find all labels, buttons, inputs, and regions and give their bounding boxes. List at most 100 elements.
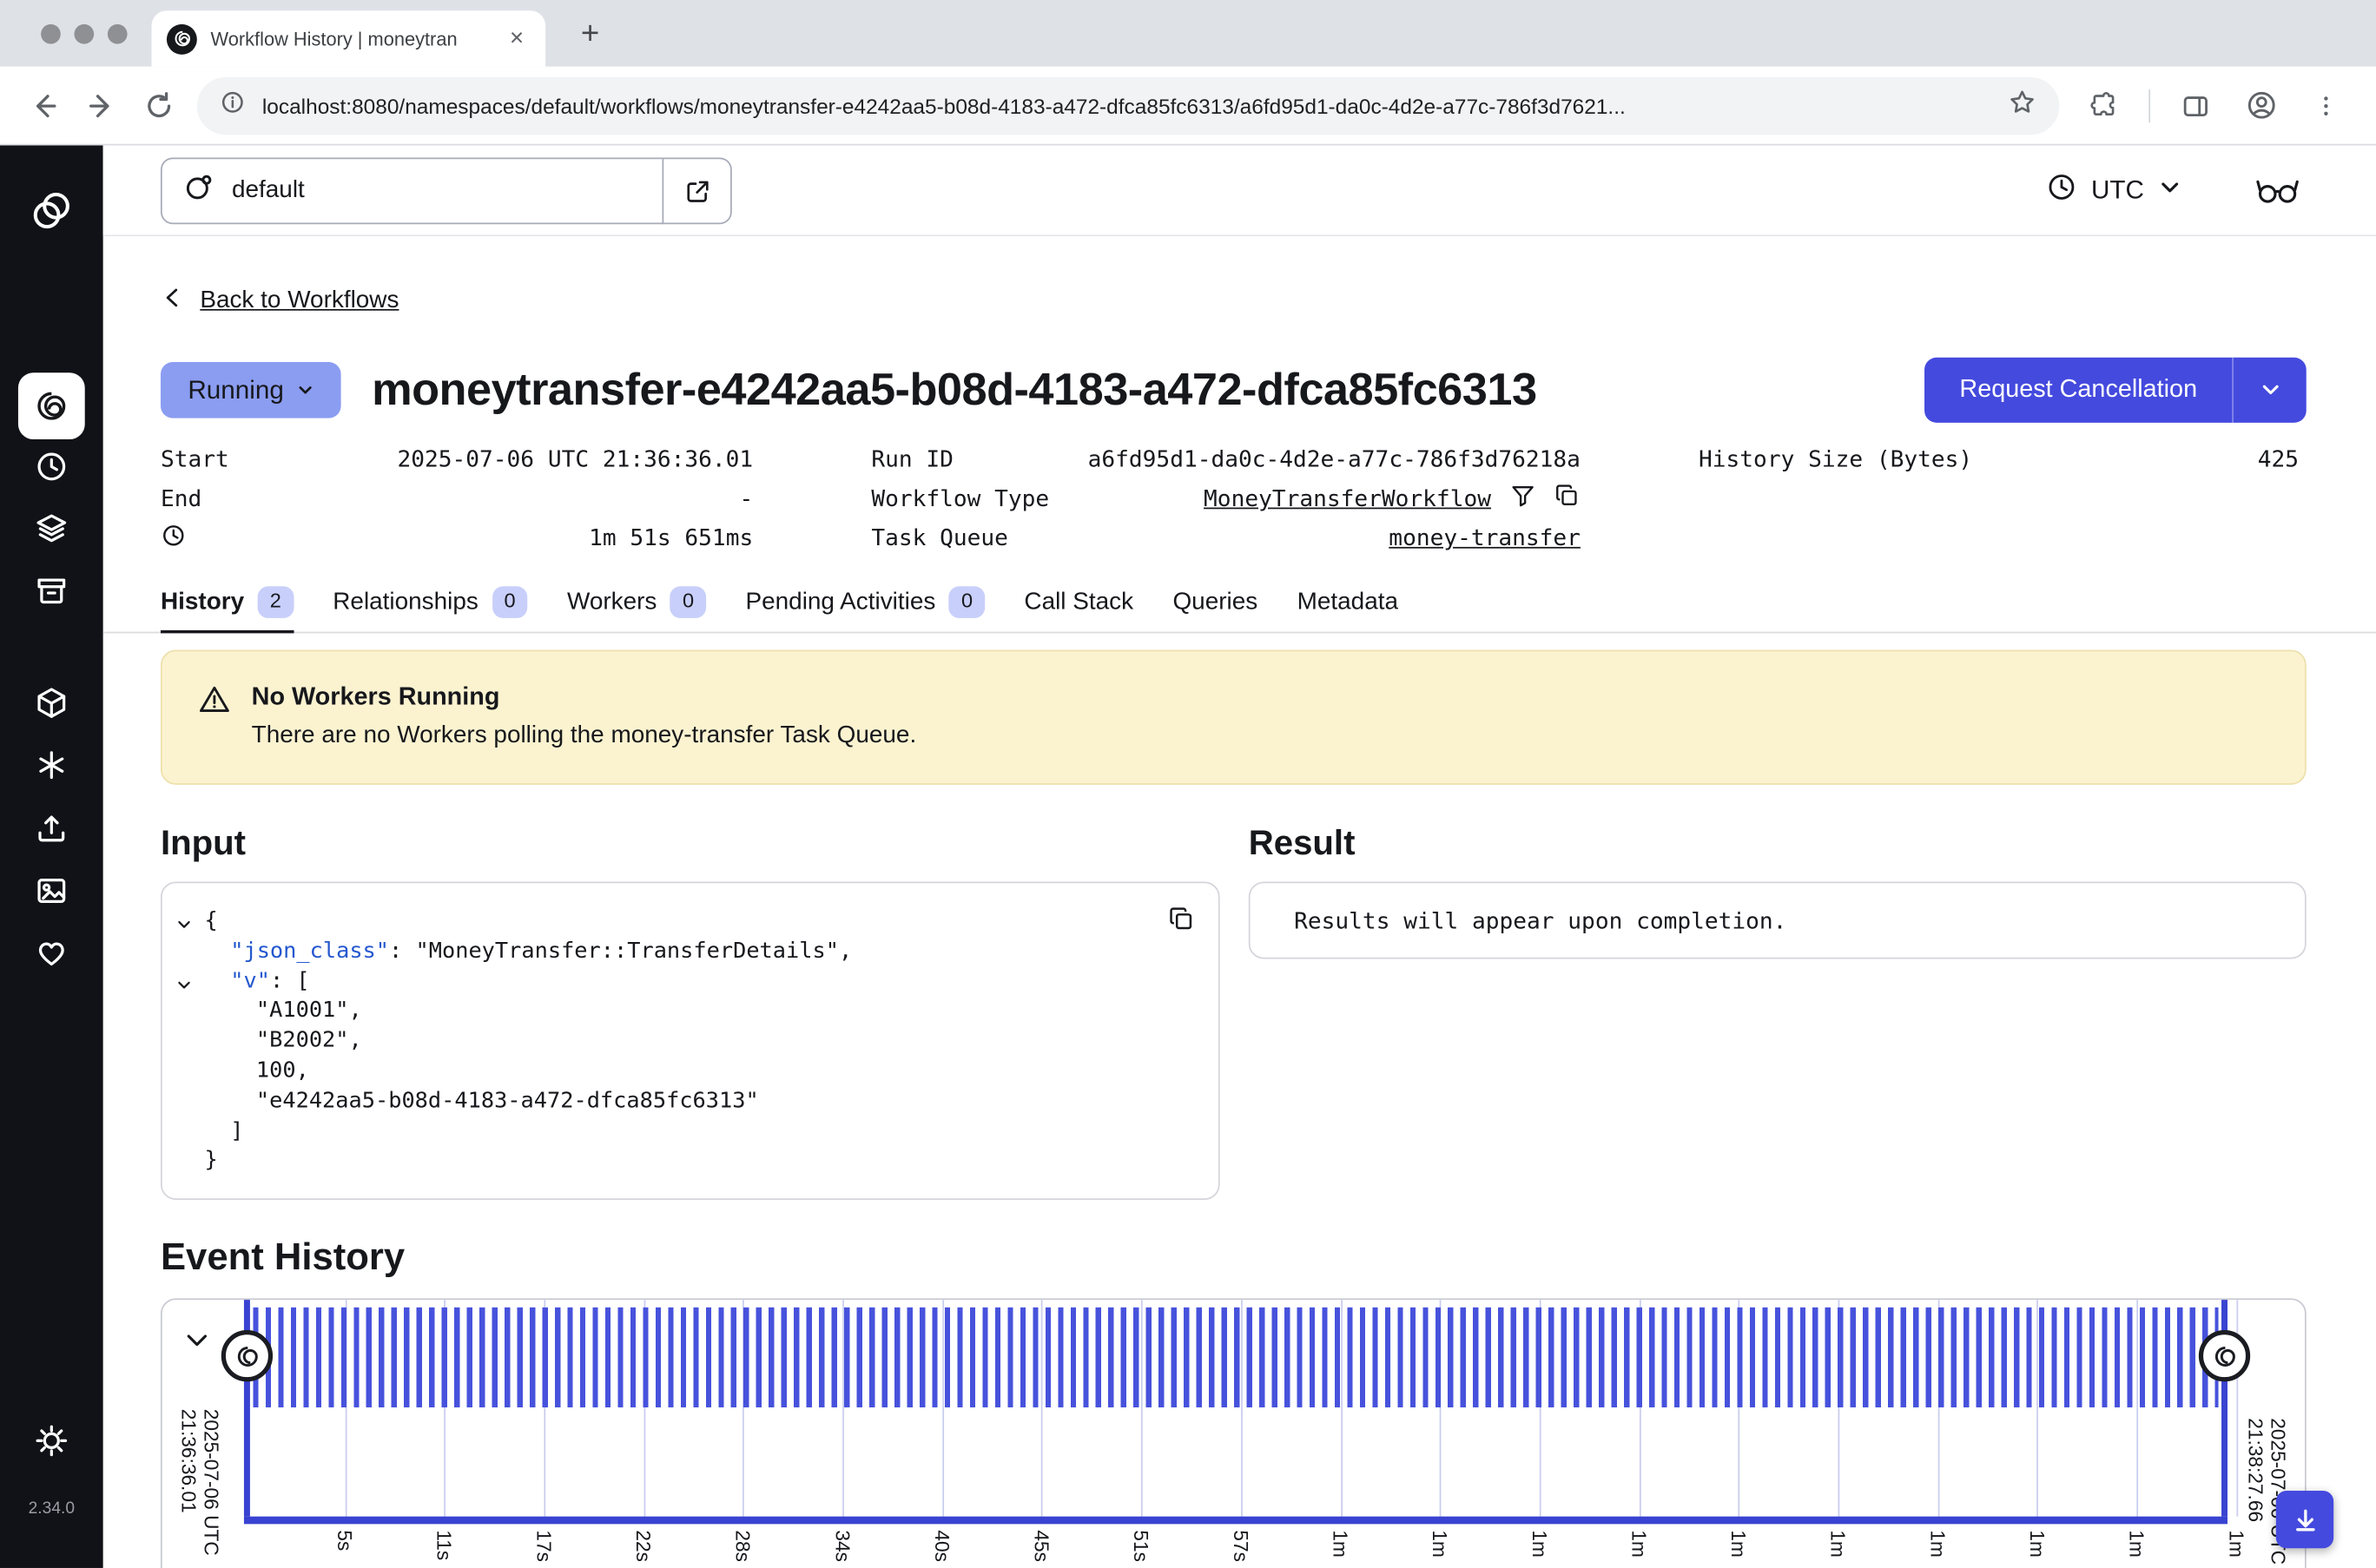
scroll-to-bottom-button[interactable]: [2276, 1491, 2333, 1548]
workflow-type-link[interactable]: MoneyTransferWorkflow: [1204, 484, 1491, 511]
json-token: ,: [349, 1029, 362, 1053]
window-zoom-button[interactable]: [108, 24, 128, 44]
timeline-tick-label: 1m: [1826, 1530, 1849, 1558]
browser-tab-title: Workflow History | moneytran: [211, 28, 490, 49]
timezone-selector[interactable]: UTC: [2046, 146, 2182, 237]
json-token: ,: [349, 999, 362, 1024]
sidebar-item-import[interactable]: [33, 811, 69, 847]
bookmark-star-icon[interactable]: [2008, 87, 2036, 123]
window-minimize-button[interactable]: [75, 24, 95, 44]
namespace-open-button[interactable]: [663, 157, 732, 224]
filter-icon[interactable]: [1509, 482, 1536, 515]
timeline-tick-label: 17s: [532, 1530, 555, 1562]
screenshot-root: Workflow History | moneytran × + localho…: [0, 0, 2376, 1568]
browser-menu-icon[interactable]: [2300, 80, 2352, 131]
json-token: ,: [839, 939, 852, 963]
sidebar-item-namespaces[interactable]: [33, 511, 69, 547]
copy-icon[interactable]: [1554, 482, 1581, 515]
tab-label: Relationships: [333, 589, 478, 616]
json-token: }: [205, 1149, 218, 1173]
task-queue-label: Task Queue: [871, 524, 1008, 551]
side-panel-icon[interactable]: [2170, 80, 2221, 131]
json-token: : [: [270, 969, 310, 993]
reload-icon[interactable]: [134, 80, 185, 131]
tabs-divider: History2Relationships0Workers0Pending Ac…: [103, 573, 2376, 634]
sidebar-item-schedules[interactable]: [33, 448, 69, 484]
browser-tab[interactable]: Workflow History | moneytran ×: [151, 10, 545, 67]
status-badge[interactable]: Running: [161, 362, 341, 418]
clock-icon: [2046, 171, 2078, 210]
run-id-label: Run ID: [871, 445, 954, 472]
timeline-tick-label: 1m: [2225, 1530, 2247, 1558]
tab-close-icon[interactable]: ×: [503, 27, 530, 51]
window-close-button[interactable]: [41, 24, 61, 44]
result-heading: Result: [1249, 821, 2307, 866]
site-info-icon[interactable]: [220, 89, 246, 122]
address-bar[interactable]: localhost:8080/namespaces/default/workfl…: [197, 76, 2059, 134]
json-line: 100,: [162, 1057, 1218, 1088]
workflow-tabs: History2Relationships0Workers0Pending Ac…: [161, 573, 2307, 632]
tab-history[interactable]: History2: [161, 573, 294, 632]
json-token: "A1001": [256, 999, 349, 1024]
url-text[interactable]: localhost:8080/namespaces/default/workfl…: [262, 93, 1991, 117]
namespace-switcher[interactable]: default: [161, 157, 663, 224]
event-history-timeline: 2025-07-06 UTC 21:36:36.01 2025-07-06 UT…: [161, 1298, 2307, 1568]
temporal-logo-icon[interactable]: [29, 188, 74, 233]
browser-addressbar: localhost:8080/namespaces/default/workfl…: [0, 67, 2376, 146]
labs-glasses-icon[interactable]: [2254, 168, 2300, 219]
cancellation-menu-chevron-icon[interactable]: [2232, 358, 2307, 423]
json-token: "MoneyTransfer::TransferDetails": [416, 939, 839, 963]
task-queue-link[interactable]: money-transfer: [1389, 524, 1581, 551]
sidebar-item-deployments[interactable]: [33, 685, 69, 721]
profile-avatar-icon[interactable]: [2235, 80, 2287, 131]
back-icon[interactable]: [18, 80, 69, 131]
history-size-value: 425: [2258, 445, 2299, 472]
tab-metadata[interactable]: Metadata: [1297, 573, 1398, 632]
duration-clock-icon: [161, 522, 187, 554]
status-label: Running: [188, 375, 284, 405]
end-value: -: [739, 484, 753, 511]
tab-workers[interactable]: Workers0: [567, 573, 706, 632]
namespace-name: default: [232, 177, 305, 204]
workflow-page: Back to Workflows Running moneytransfer-…: [103, 236, 2376, 1568]
sidebar-item-feedback[interactable]: [33, 935, 69, 972]
start-label: Start: [161, 445, 229, 472]
tab-queries[interactable]: Queries: [1172, 573, 1257, 632]
end-label: End: [161, 484, 201, 511]
request-cancellation-button[interactable]: Request Cancellation: [1924, 358, 2232, 423]
sidebar-item-workflows[interactable]: [18, 372, 85, 439]
json-token: "B2002": [256, 1029, 349, 1053]
new-tab-button[interactable]: +: [570, 14, 610, 55]
sidebar-item-nexus[interactable]: [33, 747, 69, 783]
timeline-event-bars[interactable]: [253, 1308, 2218, 1407]
browser-tabstrip: Workflow History | moneytran × +: [0, 0, 2376, 67]
timeline-tick-label: 22s: [632, 1530, 655, 1562]
json-line: ]: [162, 1117, 1218, 1148]
back-to-workflows-link[interactable]: Back to Workflows: [161, 285, 399, 318]
input-card: {"json_class": "MoneyTransfer::TransferD…: [161, 882, 1220, 1200]
timeline-tick-label: 5s: [333, 1530, 356, 1551]
no-workers-warning-banner: No Workers Running There are no Workers …: [161, 650, 2307, 785]
chevron-left-icon: [161, 285, 187, 318]
tab-relationships[interactable]: Relationships0: [333, 573, 527, 632]
timeline-tick-label: 1m: [2125, 1530, 2148, 1558]
workflow-type-label: Workflow Type: [871, 484, 1049, 511]
tab-pending-activities[interactable]: Pending Activities0: [745, 573, 985, 632]
tab-count-badge: 0: [670, 587, 706, 617]
timeline-end-marker-icon[interactable]: [2199, 1330, 2250, 1381]
input-heading: Input: [161, 821, 1220, 866]
sidebar-item-labs[interactable]: [33, 873, 69, 909]
start-value: 2025-07-06 UTC 21:36:36.01: [397, 445, 753, 472]
result-card: Results will appear upon completion.: [1249, 882, 2307, 959]
extensions-puzzle-icon[interactable]: [2077, 80, 2128, 131]
tab-call-stack[interactable]: Call Stack: [1024, 573, 1133, 632]
forward-icon[interactable]: [76, 80, 127, 131]
theme-toggle-sun-icon[interactable]: [33, 1422, 69, 1459]
timeline-tick-label: 1m: [1727, 1530, 1750, 1558]
chevron-down-icon: [2158, 175, 2182, 208]
sidebar-item-archive[interactable]: [33, 573, 69, 609]
json-token: "json_class": [230, 939, 389, 963]
timeline-start-marker-icon[interactable]: [221, 1330, 273, 1381]
temporal-favicon-icon: [167, 23, 197, 54]
tab-label: Queries: [1172, 589, 1257, 616]
